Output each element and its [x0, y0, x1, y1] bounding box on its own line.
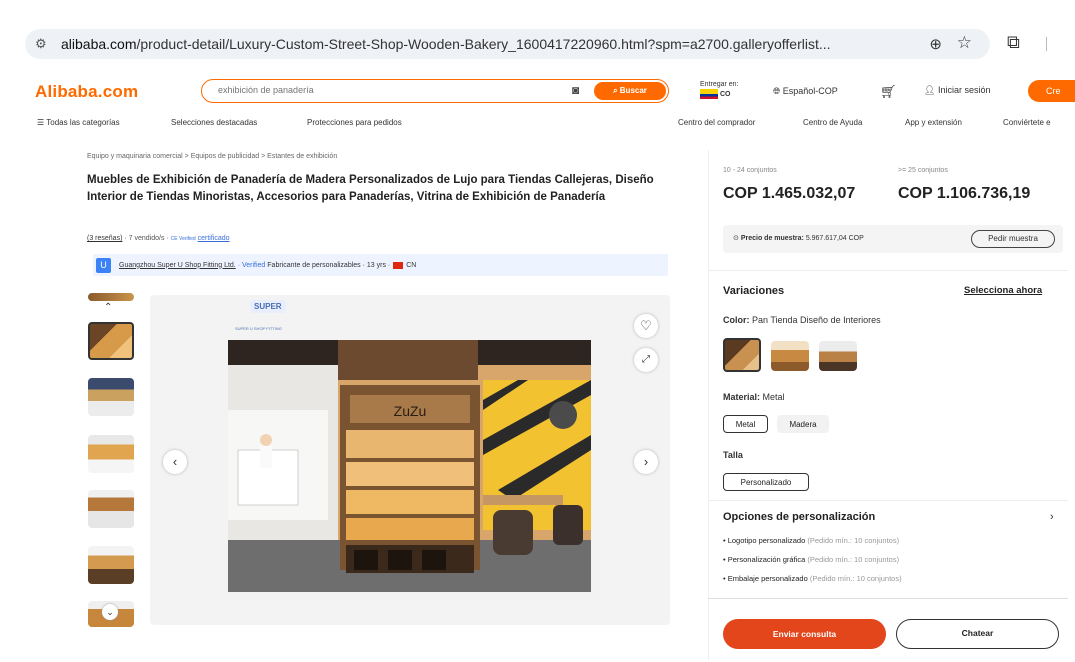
heart-icon: ♡ — [640, 318, 652, 333]
chevron-left-icon: ‹ — [172, 454, 178, 469]
thumbnail-4[interactable] — [88, 490, 134, 528]
verified-tag: CE Verified — [170, 236, 196, 242]
supplier-bar: U Guangzhou Super U Shop Fitting Ltd. · … — [93, 254, 668, 276]
site-info-icon[interactable]: ⚙ — [35, 36, 53, 52]
image-brand-sub: SUPER U SHOP FITTING — [235, 326, 282, 331]
deliver-to[interactable]: Entregar en: CO — [700, 80, 739, 99]
extensions-icon[interactable]: ⧉ — [1007, 32, 1020, 53]
all-categories[interactable]: ☰ Todas las categorías — [37, 118, 120, 127]
supplier-verified: · Verified — [237, 261, 266, 269]
supplier-desc: Fabricante de personalizables · 13 yrs · — [267, 261, 391, 269]
bookmark-star-icon[interactable]: ☆ — [957, 33, 972, 53]
material-option-metal[interactable]: Metal — [723, 415, 768, 433]
cart-icon[interactable]: 🛒︎ — [880, 84, 897, 100]
nav-help-center[interactable]: Centro de Ayuda — [803, 118, 862, 127]
search-bar: ◙ ⌕ Buscar — [201, 79, 669, 103]
search-button[interactable]: ⌕ Buscar — [594, 82, 666, 100]
color-swatch-3[interactable] — [819, 341, 857, 371]
expand-button[interactable]: ⤢ — [634, 348, 658, 372]
camera-icon[interactable]: ◙ — [572, 83, 579, 97]
nav-featured[interactable]: Selecciones destacadas — [171, 118, 257, 127]
product-title: Muebles de Exhibición de Panadería de Ma… — [87, 174, 654, 203]
tier2-label: >= 25 conjuntos — [898, 167, 948, 174]
user-icon: 👤︎ — [924, 85, 936, 95]
divider — [708, 500, 1068, 501]
supplier-country: CN — [406, 261, 417, 269]
favorite-button[interactable]: ♡ — [634, 314, 658, 338]
thumbnail-3[interactable] — [88, 435, 134, 473]
thumbnail-partial[interactable] — [88, 293, 134, 301]
variations-heading: Variaciones — [723, 285, 785, 297]
color-swatch-1[interactable] — [723, 338, 761, 372]
reviews-link[interactable]: (3 reseñas) — [87, 235, 122, 242]
custom-option: • Personalización gráfica (Pedido mín.: … — [723, 555, 900, 564]
sold-count: · 7 vendido/s · — [124, 235, 169, 242]
nav-become-supplier[interactable]: Conviértete e — [1003, 118, 1075, 127]
product-meta: (3 reseñas) · 7 vendido/s · CE Verified … — [87, 235, 230, 242]
chat-button[interactable]: Chatear — [896, 619, 1059, 649]
globe-icon: 🌐︎ — [773, 86, 781, 96]
material-row: Material: Metal — [723, 392, 785, 402]
supplier-logo: U — [96, 257, 111, 273]
divider — [708, 598, 1068, 599]
url-text[interactable]: alibaba.com/product-detail/Luxury-Custom… — [61, 36, 901, 52]
breadcrumb[interactable]: Equipo y maquinaria comercial > Equipos … — [87, 153, 337, 160]
zoom-icon[interactable]: ⊕ — [929, 35, 942, 53]
image-brand-logo: SUPER — [250, 300, 286, 313]
colombia-flag-icon — [700, 89, 718, 99]
china-flag-icon — [393, 261, 404, 269]
search-input[interactable] — [216, 84, 560, 96]
tier1-price: COP 1.465.032,07 — [723, 185, 856, 202]
sample-info: ⊙ Precio de muestra: 5.967.617,04 COP — [733, 235, 864, 242]
send-inquiry-button[interactable]: Enviar consulta — [723, 619, 886, 649]
size-label: Talla — [723, 450, 743, 460]
expand-icon: ⤢ — [642, 354, 650, 365]
divider — [708, 270, 1068, 271]
login-link[interactable]: 👤︎ Iniciar sesión — [924, 85, 990, 96]
prev-image-button[interactable]: ‹ — [163, 450, 187, 474]
material-option-wood[interactable]: Madera — [777, 415, 829, 433]
create-account-button[interactable]: Cre — [1028, 80, 1075, 102]
alibaba-logo[interactable]: Alibaba.com — [35, 82, 138, 102]
request-sample-button[interactable]: Pedir muestra — [971, 230, 1055, 248]
chevron-right-icon[interactable]: › — [1050, 511, 1054, 523]
nav-protections[interactable]: Protecciones para pedidos — [307, 118, 402, 127]
size-option-custom[interactable]: Personalizado — [723, 473, 809, 491]
page: ⚙ alibaba.com/product-detail/Luxury-Cust… — [0, 0, 1075, 662]
nav-buyer-center[interactable]: Centro del comprador — [678, 118, 755, 127]
toolbar-divider — [1046, 37, 1047, 51]
select-now-link[interactable]: Selecciona ahora — [964, 285, 1042, 296]
tier1-label: 10 - 24 conjuntos — [723, 167, 777, 174]
language-selector[interactable]: 🌐︎ Español-COP — [773, 86, 838, 97]
supplier-name[interactable]: Guangzhou Super U Shop Fitting Ltd. — [119, 262, 236, 269]
main-product-image[interactable]: ZuZu — [228, 340, 591, 592]
custom-option: • Logotipo personalizado (Pedido mín.: 1… — [723, 536, 900, 545]
sample-price-box: ⊙ Precio de muestra: 5.967.617,04 COP Pe… — [723, 225, 1063, 253]
sign-text: ZuZu — [394, 403, 427, 419]
thumbnail-1[interactable] — [88, 322, 134, 360]
custom-option: • Embalaje personalizado (Pedido mín.: 1… — [723, 574, 902, 583]
nav-app[interactable]: App y extensión — [905, 118, 962, 127]
color-swatch-2[interactable] — [771, 341, 809, 371]
color-row: Color: Pan Tienda Diseño de Interiores — [723, 315, 881, 325]
menu-icon: ☰ — [37, 118, 45, 127]
address-bar[interactable]: ⚙ alibaba.com/product-detail/Luxury-Cust… — [25, 29, 990, 59]
certificate-link[interactable]: certificado — [198, 235, 230, 242]
tier2-price: COP 1.106.736,19 — [898, 185, 1031, 202]
thumbnail-2[interactable] — [88, 378, 134, 416]
deliver-label: Entregar en: — [700, 81, 739, 88]
chevron-right-icon: › — [643, 454, 649, 469]
thumbnails-down-icon[interactable]: ⌄ — [102, 604, 118, 620]
deliver-country: CO — [720, 90, 731, 98]
customization-heading: Opciones de personalización — [723, 511, 876, 523]
thumbnails-up-icon[interactable]: ⌃ — [104, 302, 112, 313]
next-image-button[interactable]: › — [634, 450, 658, 474]
sample-icon: ⊙ — [733, 235, 739, 242]
thumbnail-5[interactable] — [88, 546, 134, 584]
